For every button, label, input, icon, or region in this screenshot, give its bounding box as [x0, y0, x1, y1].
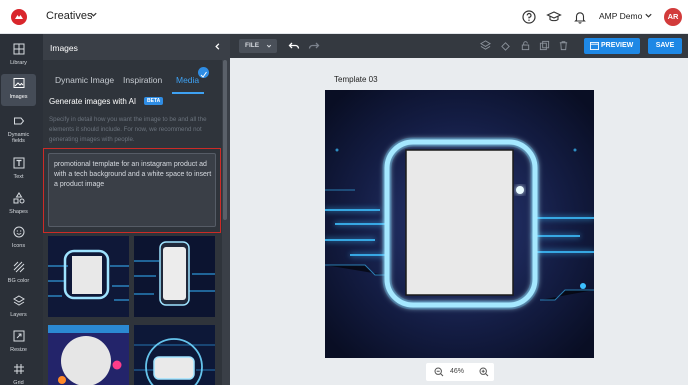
- generated-image-3-art: [48, 325, 129, 385]
- rail-label: Resize: [10, 347, 27, 353]
- preview-label: PREVIEW: [601, 42, 634, 49]
- account-name[interactable]: AMP Demo: [599, 11, 642, 21]
- rail-label: Icons: [11, 243, 26, 249]
- lock-icon[interactable]: [520, 40, 531, 51]
- active-tab-indicator: [172, 92, 204, 94]
- chevron-down-icon[interactable]: [89, 10, 98, 19]
- generate-hint: Specify in detail how you want the image…: [49, 116, 207, 143]
- rail-label: Text: [13, 174, 24, 180]
- zoom-control: 46%: [426, 363, 494, 381]
- preview-icon: [590, 42, 599, 50]
- grid-icon: [14, 364, 24, 374]
- rail-item-dynamic-fields[interactable]: Dynamic fields: [1, 112, 36, 144]
- zoom-level: 46%: [450, 368, 465, 375]
- sparkle-icon: [200, 71, 207, 78]
- text-icon: [13, 157, 25, 169]
- generated-image-2-art: [134, 236, 215, 317]
- generated-image-4[interactable]: [134, 325, 215, 385]
- shapes-icon: [13, 192, 25, 204]
- smiley-icon: [13, 226, 25, 238]
- undo-icon[interactable]: [288, 40, 300, 52]
- file-menu-button[interactable]: FILE: [239, 39, 277, 53]
- layers-icon[interactable]: [480, 40, 491, 51]
- editor-toolbar: FILE PREVIEW SAVE: [230, 34, 688, 58]
- rail-item-grid[interactable]: Grid: [1, 360, 36, 392]
- tab-inspiration[interactable]: Inspiration: [123, 75, 162, 85]
- left-rail: Library Images Dynamic fields Text Shape…: [0, 34, 37, 386]
- graduation-cap-icon[interactable]: [546, 9, 562, 25]
- top-bar: Creatives AMP Demo AR: [0, 0, 688, 34]
- rail-label: Library: [10, 60, 27, 66]
- layers-icon: [13, 295, 25, 306]
- prompt-text[interactable]: promotional template for an instagram pr…: [54, 160, 212, 190]
- template-name[interactable]: Template 03: [334, 75, 378, 84]
- collapse-panel-icon[interactable]: [213, 42, 222, 51]
- rail-label: Images: [9, 94, 28, 100]
- rail-label: Layers: [10, 312, 27, 318]
- duplicate-icon[interactable]: [539, 40, 550, 51]
- bell-icon[interactable]: [572, 9, 588, 25]
- tab-media[interactable]: Media: [176, 75, 199, 85]
- zoom-out-icon[interactable]: [434, 367, 444, 377]
- preview-button[interactable]: PREVIEW: [584, 38, 640, 54]
- rail-label: Grid: [13, 380, 24, 386]
- rail-item-icons[interactable]: Icons: [1, 223, 36, 255]
- rail-item-library[interactable]: Library: [1, 40, 36, 72]
- images-icon: [13, 78, 25, 88]
- chevron-down-icon: [266, 44, 272, 48]
- fill-icon[interactable]: [500, 40, 511, 51]
- generated-image-1-art: [48, 236, 129, 317]
- rail-item-text[interactable]: Text: [1, 154, 36, 186]
- save-button[interactable]: SAVE: [648, 38, 682, 54]
- rail-label: BG color: [7, 278, 30, 284]
- app-name[interactable]: Creatives: [46, 10, 92, 22]
- bg-color-icon: [13, 261, 25, 273]
- dynamic-fields-icon: [14, 117, 25, 125]
- artboard[interactable]: [325, 90, 594, 358]
- generated-image-4-art: [134, 325, 215, 385]
- rail-label: Dynamic fields: [7, 132, 30, 144]
- rail-item-images[interactable]: Images: [1, 74, 36, 106]
- artboard-art: [325, 90, 594, 358]
- generated-image-3[interactable]: [48, 325, 129, 385]
- prompt-input[interactable]: promotional template for an instagram pr…: [48, 153, 216, 227]
- panel-title: Images: [50, 43, 78, 53]
- generated-image-1[interactable]: [48, 236, 129, 317]
- rail-label: Shapes: [9, 209, 28, 215]
- generate-title: Generate images with AI: [49, 97, 137, 106]
- beta-badge: BETA: [144, 97, 164, 105]
- resize-icon: [13, 330, 25, 342]
- zoom-in-icon[interactable]: [479, 367, 489, 377]
- avatar[interactable]: AR: [664, 8, 682, 26]
- rail-item-shapes[interactable]: Shapes: [1, 189, 36, 221]
- rail-item-resize[interactable]: Resize: [1, 327, 36, 359]
- library-icon: [13, 43, 25, 55]
- panel-scrollbar[interactable]: [223, 60, 227, 220]
- images-panel: Images Dynamic Image Inspiration Media G…: [43, 34, 230, 385]
- tab-badge: [198, 67, 209, 78]
- rail-item-layers[interactable]: Layers: [1, 292, 36, 324]
- app-logo[interactable]: [11, 9, 27, 25]
- rail-item-bg-color[interactable]: BG color: [1, 258, 36, 290]
- help-icon[interactable]: [521, 9, 537, 25]
- redo-icon[interactable]: [308, 40, 320, 52]
- tab-dynamic-image[interactable]: Dynamic Image: [55, 75, 114, 85]
- generated-image-2[interactable]: [134, 236, 215, 317]
- file-label: FILE: [245, 42, 260, 49]
- chevron-down-icon[interactable]: [644, 11, 653, 20]
- trash-icon[interactable]: [558, 40, 569, 51]
